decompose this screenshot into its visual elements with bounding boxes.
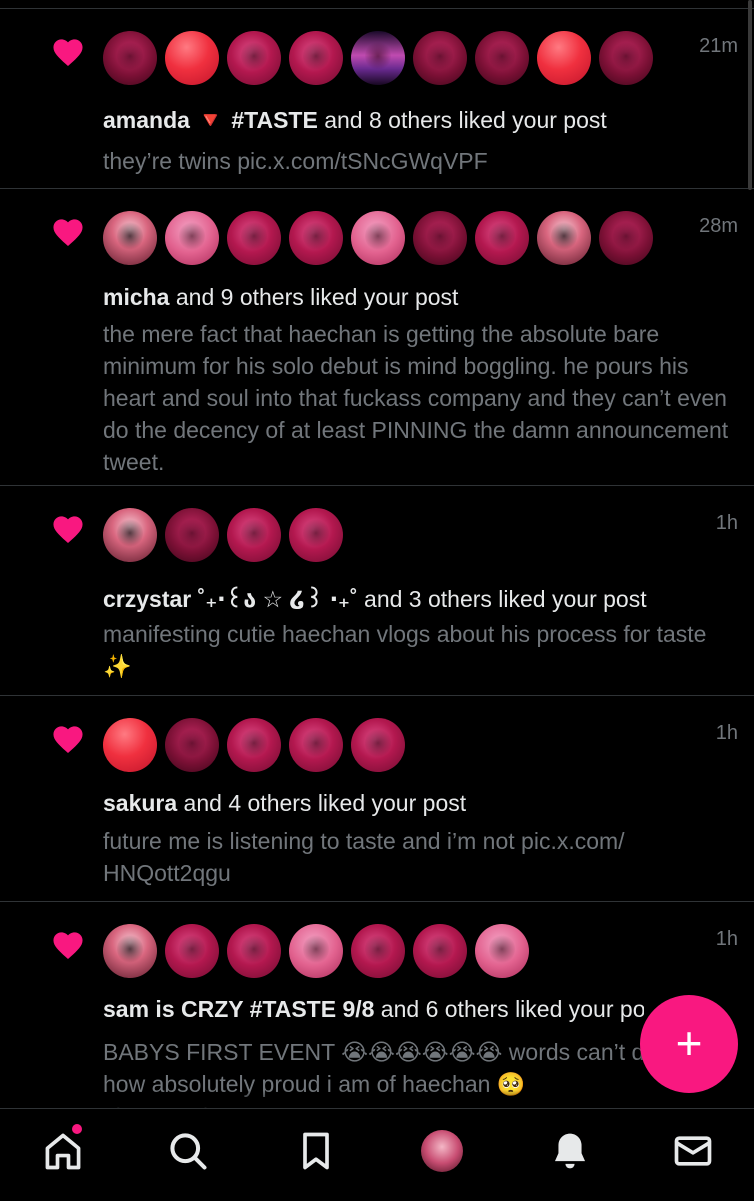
liker-avatars [103,31,653,87]
bookmarks-tab[interactable] [294,1129,338,1173]
notification-item[interactable]: 21m amanda 🔻 #TASTE and 8 others liked y… [0,8,754,189]
notification-headline: crzystar ˚₊‧꒰ა ☆ ໒꒱ ‧₊˚ and 3 others lik… [103,582,734,613]
notification-item[interactable]: 1h sakura and 4 others liked your post f… [0,695,754,902]
notification-headline: sakura and 4 others liked your post [103,790,734,817]
home-tab[interactable] [41,1129,85,1173]
avatar[interactable] [351,211,405,265]
avatar[interactable] [413,211,467,265]
notification-item[interactable]: 1h crzystar ˚₊‧꒰ა ☆ ໒꒱ ‧₊˚ and 3 others … [0,485,754,696]
messages-tab[interactable] [671,1129,715,1173]
avatar[interactable] [475,211,529,265]
search-icon [170,1133,207,1170]
user-name[interactable]: sakura [103,790,177,816]
post-text: they’re twins pic.x.com/tSNcGWqVPF [103,148,488,174]
avatar[interactable] [103,211,157,265]
post-text: future me is listening to taste and i’m … [103,828,625,886]
avatar[interactable] [289,718,343,772]
liker-avatars [103,924,529,980]
action-text: and 8 others liked your post [317,107,607,133]
liker-avatars [103,211,653,267]
bell-icon [554,1133,586,1169]
notifications-tab[interactable] [548,1129,592,1173]
home-icon [45,1133,81,1170]
timestamp: 1h [715,512,738,534]
user-name[interactable]: sam is CRZY #TASTE 9/8 [103,996,374,1022]
timestamp: 21m [699,35,738,57]
search-tab[interactable] [166,1129,210,1173]
heart-icon [50,35,86,67]
avatar[interactable] [227,718,281,772]
avatar[interactable] [537,31,591,85]
avatar[interactable] [227,508,281,562]
liker-avatars [103,718,405,774]
mail-icon [674,1136,712,1166]
timestamp: 28m [699,215,738,237]
avatar[interactable] [475,924,529,978]
avatar[interactable] [103,508,157,562]
action-text: and 9 others liked your post [169,284,459,310]
avatar[interactable] [599,211,653,265]
heart-icon [50,512,86,544]
action-text: and 3 others liked your post [357,586,647,612]
notification-headline: amanda 🔻 #TASTE and 8 others liked your … [103,107,734,134]
avatar[interactable] [413,924,467,978]
heart-icon [50,928,86,960]
timestamp: 1h [715,722,738,744]
home-unread-dot [72,1124,82,1134]
avatar[interactable] [351,31,405,85]
notification-item[interactable]: 28m micha and 9 others liked your post t… [0,188,754,486]
avatar[interactable] [165,718,219,772]
notifications-feed: 21m amanda 🔻 #TASTE and 8 others liked y… [0,0,754,1108]
avatar[interactable] [227,924,281,978]
avatar[interactable] [599,31,653,85]
profile-avatar[interactable] [421,1130,463,1172]
avatar[interactable] [103,718,157,772]
avatar[interactable] [475,31,529,85]
user-name[interactable]: amanda 🔻 #TASTE [103,107,318,133]
notification-headline: sam is CRZY #TASTE 9/8 and 6 others like… [103,996,644,1023]
avatar[interactable] [289,31,343,85]
feed-fade [0,1090,754,1110]
avatar[interactable] [227,31,281,85]
avatar[interactable] [165,31,219,85]
avatar[interactable] [165,924,219,978]
avatar[interactable] [289,508,343,562]
avatar[interactable] [289,211,343,265]
avatar[interactable] [537,211,591,265]
timestamp: 1h [715,928,738,950]
heart-icon [50,722,86,754]
bottom-navigation [0,1108,754,1201]
action-text: and 6 others liked your post [374,996,644,1022]
avatar[interactable] [227,211,281,265]
plus-icon: + [675,1017,703,1069]
compose-button[interactable]: + [640,995,738,1093]
avatar[interactable] [103,31,157,85]
bookmark-icon [303,1132,329,1170]
avatar[interactable] [413,31,467,85]
notification-headline: micha and 9 others liked your post [103,284,734,311]
heart-icon [50,215,86,247]
avatar[interactable] [351,924,405,978]
avatar[interactable] [165,211,219,265]
scrollbar[interactable] [748,0,752,190]
post-text: the mere fact that haechan is getting th… [103,321,729,475]
avatar[interactable] [351,718,405,772]
liker-avatars [103,508,343,564]
post-text: manifesting cutie haechan vlogs about hi… [103,621,707,679]
user-name[interactable]: micha [103,284,169,310]
avatar[interactable] [103,924,157,978]
avatar[interactable] [165,508,219,562]
avatar[interactable] [289,924,343,978]
action-text: and 4 others liked your post [177,790,467,816]
user-name[interactable]: crzystar ˚₊‧꒰ა ☆ ໒꒱ ‧₊˚ [103,586,358,612]
